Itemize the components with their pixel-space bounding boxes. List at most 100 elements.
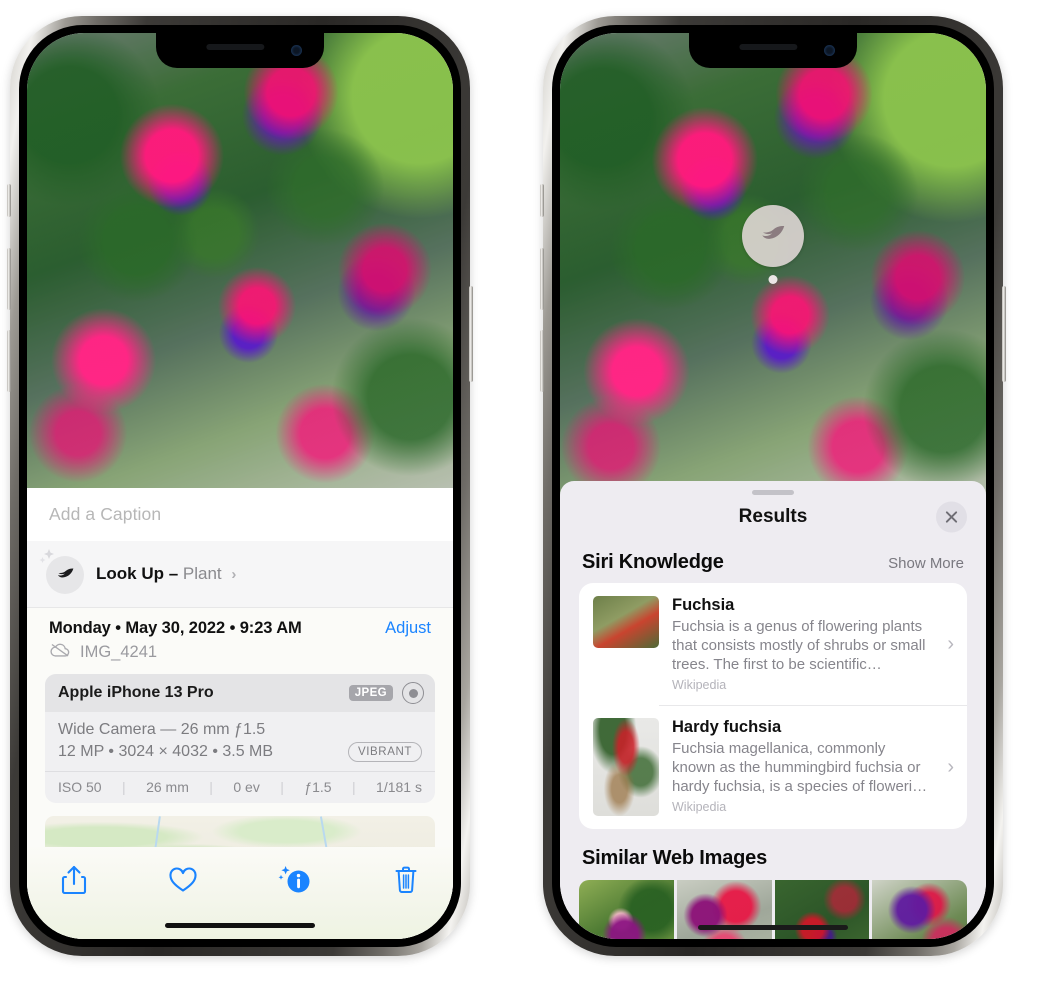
info-button[interactable] [278, 865, 312, 895]
exif-body: Wide Camera — 26 mm ƒ1.5 12 MP • 3024 × … [45, 712, 435, 771]
result-text: Fuchsia Fuchsia is a genus of flowering … [672, 596, 932, 692]
chevron-right-icon: › [231, 566, 237, 583]
close-icon [945, 511, 958, 523]
results-header: Results [560, 495, 986, 539]
iphone-device-right: Results Siri Knowledge Show More Fuchsia… [540, 16, 1006, 956]
pin-anchor-dot [768, 275, 778, 284]
chevron-right-icon: › [947, 755, 954, 778]
result-text: Hardy fuchsia Fuchsia magellanica, commo… [672, 718, 932, 814]
favorite-button[interactable] [168, 866, 198, 894]
photo-viewer-right[interactable] [560, 33, 986, 503]
exif-stat-focal: 26 mm [146, 779, 189, 795]
icloud-slash-icon [49, 642, 71, 663]
similar-web-images-strip [579, 880, 967, 939]
iphone-device-left: Add a Caption Look Up – Plant › Monday •… [7, 16, 473, 956]
leaf-pin-bubble [742, 205, 804, 267]
look-up-title: Look Up – [96, 564, 179, 583]
photographic-style-chip: VIBRANT [347, 742, 422, 762]
exif-divider: | [122, 779, 126, 795]
results-sheet: Results Siri Knowledge Show More Fuchsia… [560, 481, 986, 939]
exif-divider: | [209, 779, 213, 795]
screen-left: Add a Caption Look Up – Plant › Monday •… [27, 33, 453, 939]
leaf-icon [57, 567, 73, 577]
adjust-button[interactable]: Adjust [385, 619, 431, 638]
exif-stat-aperture: ƒ1.5 [304, 779, 332, 795]
visual-look-up-pin[interactable] [742, 205, 804, 284]
caption-placeholder[interactable]: Add a Caption [49, 504, 161, 525]
result-thumbnail [593, 596, 659, 648]
result-source: Wikipedia [672, 678, 727, 692]
volume-up-button[interactable] [540, 248, 544, 310]
device-bezel-right: Results Siri Knowledge Show More Fuchsia… [552, 25, 994, 947]
siri-knowledge-card: Fuchsia Fuchsia is a genus of flowering … [579, 583, 967, 829]
camera-device-name: Apple iPhone 13 Pro [58, 684, 214, 701]
section-title-siri-knowledge: Siri Knowledge [582, 551, 724, 573]
front-camera-icon [291, 45, 302, 56]
exif-divider: | [351, 779, 356, 795]
capture-datetime-row: Monday • May 30, 2022 • 9:23 AM Adjust [27, 608, 453, 640]
result-description: Fuchsia magellanica, commonly known as t… [672, 740, 928, 795]
exif-card: Apple iPhone 13 Pro JPEG Wide Camera — 2… [45, 674, 435, 803]
lens-aperture-icon [402, 682, 424, 704]
earpiece-speaker [206, 44, 265, 50]
image-specs: 12 MP • 3024 × 4032 • 3.5 MB [58, 743, 274, 760]
result-description: Fuchsia is a genus of flowering plants t… [672, 618, 926, 673]
mute-switch[interactable] [7, 184, 11, 217]
device-bezel-left: Add a Caption Look Up – Plant › Monday •… [19, 25, 461, 947]
look-up-icon-group [39, 549, 84, 594]
result-title: Fuchsia [672, 596, 735, 614]
chevron-right-icon: › [947, 632, 954, 655]
earpiece-speaker [739, 44, 798, 50]
fuchsia-photo [27, 33, 453, 488]
volume-down-button[interactable] [540, 330, 544, 392]
sheet-title: Results [738, 506, 808, 527]
share-button[interactable] [61, 864, 87, 896]
section-title-similar-web-images: Similar Web Images [582, 847, 767, 869]
exif-header-right: JPEG [348, 682, 424, 704]
photo-toolbar [27, 847, 453, 939]
power-button[interactable] [469, 286, 473, 382]
fuchsia-photo [560, 33, 986, 503]
photo-viewer-left[interactable] [27, 33, 453, 488]
exif-stat-ev: 0 ev [233, 779, 260, 795]
front-camera-icon [824, 45, 835, 56]
exif-specs-row: 12 MP • 3024 × 4032 • 3.5 MB VIBRANT [58, 742, 422, 762]
web-image-1[interactable] [579, 880, 674, 939]
exif-stats-row: ISO 50 | 26 mm | 0 ev | ƒ1.5 | 1/181 s [45, 771, 435, 803]
volume-up-button[interactable] [7, 248, 11, 310]
exif-divider: | [280, 779, 284, 795]
caption-field-row[interactable]: Add a Caption [27, 488, 453, 541]
notch [689, 33, 857, 68]
delete-button[interactable] [393, 865, 419, 895]
leaf-icon [762, 225, 785, 239]
close-button[interactable] [936, 501, 967, 533]
volume-down-button[interactable] [7, 330, 11, 392]
knowledge-result-row[interactable]: Hardy fuchsia Fuchsia magellanica, commo… [579, 705, 967, 829]
knowledge-result-row[interactable]: Fuchsia Fuchsia is a genus of flowering … [579, 583, 967, 705]
exif-stat-shutter: 1/181 s [376, 779, 422, 795]
show-more-button[interactable]: Show More [888, 555, 964, 572]
home-indicator[interactable] [165, 923, 315, 928]
home-indicator[interactable] [698, 925, 848, 930]
look-up-label: Look Up – Plant › [96, 564, 236, 584]
web-image-4[interactable] [872, 880, 967, 939]
exif-header: Apple iPhone 13 Pro JPEG [45, 674, 435, 712]
exif-stat-iso: ISO 50 [58, 779, 102, 795]
notch [156, 33, 324, 68]
lens-info: Wide Camera — 26 mm ƒ1.5 [58, 721, 266, 738]
result-source: Wikipedia [672, 800, 727, 814]
web-image-2[interactable] [676, 880, 772, 939]
result-title: Hardy fuchsia [672, 718, 782, 736]
web-image-3[interactable] [774, 880, 870, 939]
look-up-row[interactable]: Look Up – Plant › [27, 541, 453, 608]
screenshot-canvas: Add a Caption Look Up – Plant › Monday •… [0, 0, 1055, 985]
filename-text: IMG_4241 [80, 643, 158, 661]
result-thumbnail [593, 718, 659, 816]
mute-switch[interactable] [540, 184, 544, 217]
format-badge: JPEG [348, 685, 393, 701]
filename-row: IMG_4241 [27, 640, 453, 674]
capture-datetime: Monday • May 30, 2022 • 9:23 AM [49, 619, 302, 637]
power-button[interactable] [1002, 286, 1006, 382]
look-up-subject: Plant [182, 564, 222, 583]
leaf-icon-circle [46, 556, 84, 594]
